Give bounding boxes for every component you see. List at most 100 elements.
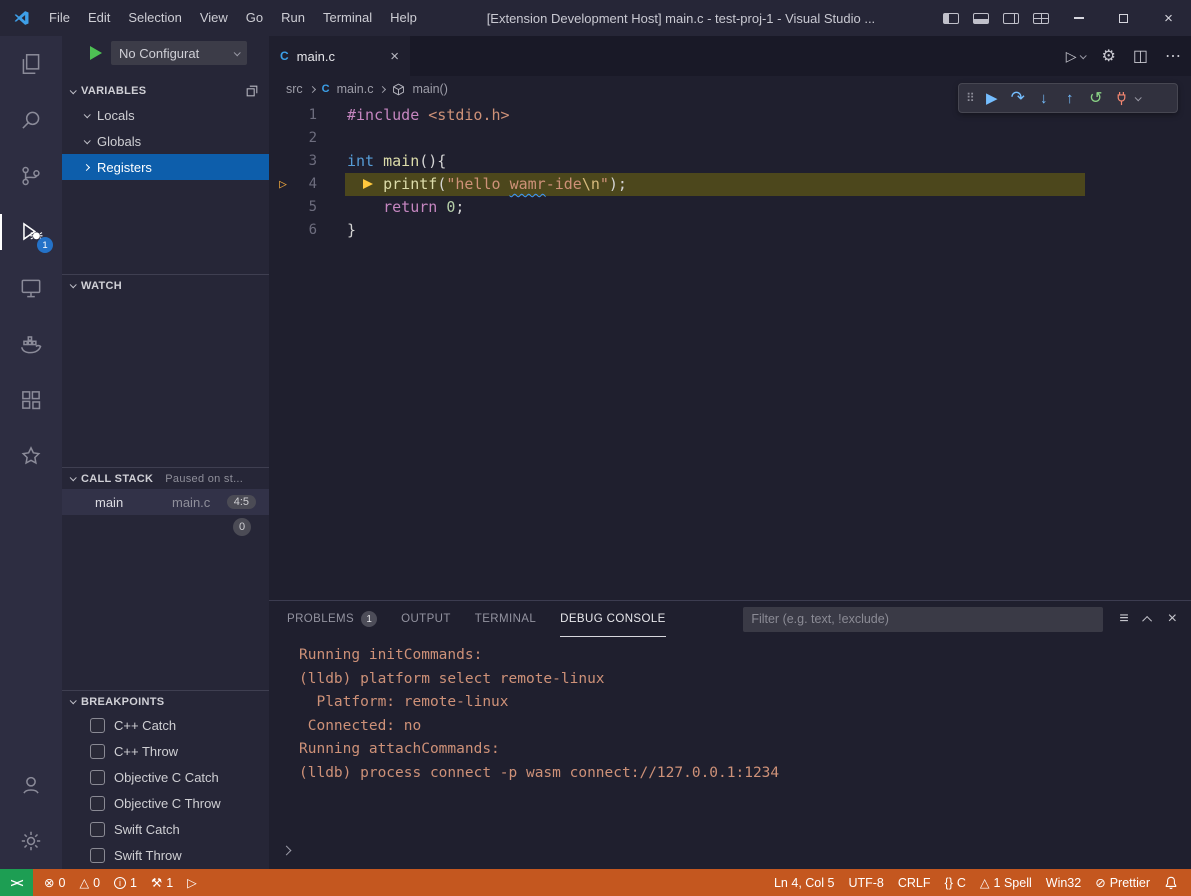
breadcrumb-folder[interactable]: src <box>286 82 303 96</box>
explorer-icon[interactable] <box>0 36 62 92</box>
drag-handle-icon[interactable]: ⠿ <box>966 91 975 105</box>
code-line-2[interactable]: 2 <box>269 127 1191 150</box>
variables-item-locals[interactable]: Locals <box>62 102 269 128</box>
close-button[interactable]: × <box>1146 0 1191 36</box>
remote-explorer-icon[interactable] <box>0 260 62 316</box>
breakpoint-swift-catch[interactable]: Swift Catch <box>62 816 269 842</box>
notifications-bell-icon[interactable] <box>1157 876 1191 890</box>
breadcrumb-file[interactable]: main.c <box>337 82 374 96</box>
debug-toolbar: ⠿ ▶ ↷ ↓ ↑ ↺ <box>958 83 1178 113</box>
checkbox-unchecked-icon[interactable] <box>90 718 105 733</box>
menu-run[interactable]: Run <box>272 0 314 36</box>
status-errors[interactable]: ⊗0 <box>37 869 72 896</box>
status-encoding[interactable]: UTF-8 <box>841 869 890 896</box>
breakpoint-c-catch[interactable]: C++ Catch <box>62 712 269 738</box>
menu-view[interactable]: View <box>191 0 237 36</box>
code-line-4[interactable]: ▷4 printf("hello wamr-ide\n"); <box>269 173 1191 196</box>
menu-terminal[interactable]: Terminal <box>314 0 381 36</box>
status-eol[interactable]: CRLF <box>891 869 938 896</box>
docker-icon[interactable] <box>0 316 62 372</box>
more-actions-icon[interactable]: ⋯ <box>1165 46 1181 66</box>
menu-edit[interactable]: Edit <box>79 0 119 36</box>
menu-go[interactable]: Go <box>237 0 272 36</box>
watch-section-header[interactable]: WATCH <box>62 274 269 296</box>
checkbox-unchecked-icon[interactable] <box>90 770 105 785</box>
account-icon[interactable] <box>0 757 62 813</box>
breakpoints-section-header[interactable]: BREAKPOINTS <box>62 690 269 712</box>
run-file-button[interactable]: ▷ <box>1066 48 1085 65</box>
star-icon[interactable] <box>0 428 62 484</box>
status-warnings[interactable]: △0 <box>72 869 107 896</box>
run-and-debug-icon[interactable]: 1 <box>0 204 62 260</box>
chevron-down-icon <box>70 281 77 288</box>
continue-button[interactable]: ▶ <box>979 89 1005 107</box>
checkbox-unchecked-icon[interactable] <box>90 744 105 759</box>
tab-main-c[interactable]: C main.c × <box>269 36 410 76</box>
call-stack-frame[interactable]: main main.c 4:5 <box>62 489 269 515</box>
vscode-logo-icon <box>12 9 30 27</box>
toggle-sidebar-icon[interactable] <box>943 13 959 24</box>
debug-settings-gear-icon[interactable]: ⚙ <box>1102 46 1116 66</box>
variables-item-globals[interactable]: Globals <box>62 128 269 154</box>
panel-tab-output[interactable]: OUTPUT <box>401 601 451 637</box>
status-language-mode[interactable]: {}C <box>938 869 973 896</box>
toggle-panel-icon[interactable] <box>973 13 989 24</box>
launch-configuration-dropdown[interactable]: No Configurat <box>111 41 247 65</box>
code-line-3[interactable]: 3int main(){ <box>269 150 1191 173</box>
start-debugging-button[interactable] <box>90 46 102 60</box>
maximize-button[interactable] <box>1101 0 1146 36</box>
menu-file[interactable]: File <box>40 0 79 36</box>
code-editor[interactable]: 1#include <stdio.h>23int main(){▷4 print… <box>269 102 1191 600</box>
line-number: 5 <box>297 196 317 219</box>
status-tasks[interactable]: ⚒1 <box>144 869 180 896</box>
checkbox-unchecked-icon[interactable] <box>90 822 105 837</box>
breakpoint-objective-c-catch[interactable]: Objective C Catch <box>62 764 269 790</box>
checkbox-unchecked-icon[interactable] <box>90 848 105 863</box>
restart-button[interactable]: ↺ <box>1083 88 1109 108</box>
toggle-secondary-sidebar-icon[interactable] <box>1003 13 1019 24</box>
console-input-chevron-icon[interactable] <box>283 841 290 859</box>
console-filter-input[interactable] <box>743 607 1103 632</box>
breakpoint-objective-c-throw[interactable]: Objective C Throw <box>62 790 269 816</box>
step-out-button[interactable]: ↑ <box>1057 90 1083 107</box>
panel-close-icon[interactable]: × <box>1168 610 1177 628</box>
call-stack-section-header[interactable]: CALL STACK Paused on st... <box>62 467 269 489</box>
step-over-button[interactable]: ↷ <box>1005 88 1031 108</box>
panel-tab-debug-console[interactable]: DEBUG CONSOLE <box>560 601 666 637</box>
variables-item-registers[interactable]: Registers <box>62 154 269 180</box>
panel-tab-problems[interactable]: PROBLEMS1 <box>287 601 377 637</box>
panel-tab-terminal[interactable]: TERMINAL <box>475 601 536 637</box>
status-platform[interactable]: Win32 <box>1039 869 1088 896</box>
menu-selection[interactable]: Selection <box>119 0 190 36</box>
disconnect-button[interactable] <box>1109 91 1135 106</box>
status-prettier[interactable]: ⊘Prettier <box>1088 869 1157 896</box>
panel-maximize-icon[interactable] <box>1145 616 1152 623</box>
customize-layout-icon[interactable] <box>1033 13 1049 24</box>
status-cursor-position[interactable]: Ln 4, Col 5 <box>767 869 841 896</box>
code-line-5[interactable]: 5 return 0; <box>269 196 1191 219</box>
status-info[interactable]: i1 <box>107 869 144 896</box>
language-mode-icon: {} <box>945 876 953 890</box>
chevron-down-icon[interactable] <box>1134 94 1141 101</box>
checkbox-unchecked-icon[interactable] <box>90 796 105 811</box>
breakpoint-swift-throw[interactable]: Swift Throw <box>62 842 269 868</box>
status-debug[interactable]: ▷ <box>180 869 204 896</box>
code-line-6[interactable]: 6} <box>269 219 1191 242</box>
search-icon[interactable] <box>0 92 62 148</box>
split-editor-icon[interactable]: ◫ <box>1133 46 1148 66</box>
breakpoint-c-throw[interactable]: C++ Throw <box>62 738 269 764</box>
step-into-button[interactable]: ↓ <box>1031 90 1057 107</box>
output-lines-icon[interactable]: ≡ <box>1119 610 1128 628</box>
minimize-button[interactable] <box>1056 0 1101 36</box>
variables-section-header[interactable]: VARIABLES <box>62 80 269 102</box>
tab-close-icon[interactable]: × <box>390 48 399 65</box>
remote-indicator[interactable]: >< <box>0 869 33 896</box>
extensions-icon[interactable] <box>0 372 62 428</box>
settings-gear-icon[interactable] <box>0 813 62 869</box>
source-control-icon[interactable] <box>0 148 62 204</box>
status-spell-checker[interactable]: △1 Spell <box>973 869 1039 896</box>
current-frame-arrow-icon[interactable]: ▷ <box>269 173 297 196</box>
menu-help[interactable]: Help <box>381 0 426 36</box>
breadcrumb-symbol[interactable]: main() <box>412 82 447 96</box>
collapse-all-icon[interactable] <box>245 84 259 98</box>
